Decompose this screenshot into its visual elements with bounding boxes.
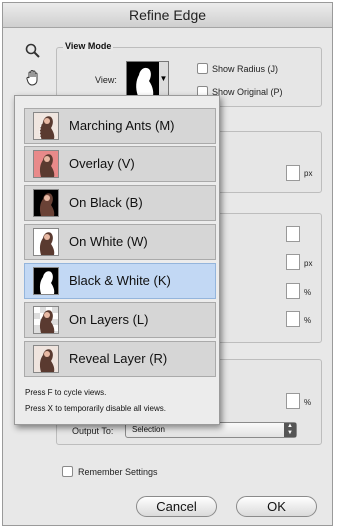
view-dropdown-arrow[interactable]: ▼ (159, 61, 169, 97)
shift-edge-unit: % (304, 316, 312, 325)
dialog-title: Refine Edge (3, 3, 332, 28)
ok-button[interactable]: OK (236, 496, 317, 517)
marching-ants-thumbnail (33, 112, 59, 140)
view-thumbnail[interactable] (126, 61, 160, 97)
smooth-field[interactable] (286, 226, 300, 242)
menu-item-label: On White (W) (69, 234, 148, 249)
view-mode-title: View Mode (63, 41, 114, 51)
show-radius-checkbox[interactable] (197, 63, 208, 74)
menu-item-label: On Layers (L) (69, 312, 149, 327)
menu-item-black-white[interactable]: Black & White (K) (24, 263, 216, 299)
view-mode-menu: Marching Ants (M) Overlay (V) On Black (… (14, 95, 220, 425)
on-black-thumbnail (33, 189, 59, 217)
on-layers-thumbnail (33, 306, 59, 334)
feather-field[interactable] (286, 254, 300, 270)
output-to-label: Output To: (72, 426, 114, 436)
view-label: View: (95, 75, 117, 85)
radius-field[interactable] (286, 165, 300, 181)
contrast-unit: % (304, 288, 312, 297)
feather-unit: px (304, 259, 313, 268)
black-white-thumbnail (33, 267, 59, 295)
on-white-thumbnail (33, 228, 59, 256)
menu-hint-disable: Press X to temporarily disable all views… (25, 404, 166, 413)
menu-item-overlay[interactable]: Overlay (V) (24, 146, 216, 182)
menu-item-reveal-layer[interactable]: Reveal Layer (R) (24, 341, 216, 377)
shift-edge-field[interactable] (286, 311, 300, 327)
menu-item-label: On Black (B) (69, 195, 143, 210)
magnifier-icon[interactable] (25, 43, 41, 63)
menu-hint-cycle: Press F to cycle views. (25, 388, 107, 397)
cancel-button[interactable]: Cancel (136, 496, 217, 517)
menu-item-label: Reveal Layer (R) (69, 351, 168, 366)
hand-icon[interactable] (25, 69, 41, 91)
radius-unit: px (304, 169, 313, 178)
output-to-value: Selection (132, 425, 165, 434)
menu-item-label: Marching Ants (M) (69, 118, 175, 133)
reveal-layer-thumbnail (33, 345, 59, 373)
menu-item-on-black[interactable]: On Black (B) (24, 185, 216, 221)
remember-settings-label: Remember Settings (78, 467, 158, 477)
show-radius-label: Show Radius (J) (212, 64, 279, 74)
amount-field[interactable] (286, 393, 300, 409)
amount-unit: % (304, 398, 312, 407)
remember-settings-checkbox[interactable] (62, 466, 73, 477)
contrast-field[interactable] (286, 283, 300, 299)
menu-item-marching-ants[interactable]: Marching Ants (M) (24, 108, 216, 144)
menu-item-label: Black & White (K) (69, 273, 171, 288)
overlay-thumbnail (33, 150, 59, 178)
show-original-label: Show Original (P) (212, 87, 283, 97)
menu-item-on-white[interactable]: On White (W) (24, 224, 216, 260)
menu-item-label: Overlay (V) (69, 156, 135, 171)
menu-item-on-layers[interactable]: On Layers (L) (24, 302, 216, 338)
updown-arrows-icon: ▲ ▼ (284, 423, 296, 437)
